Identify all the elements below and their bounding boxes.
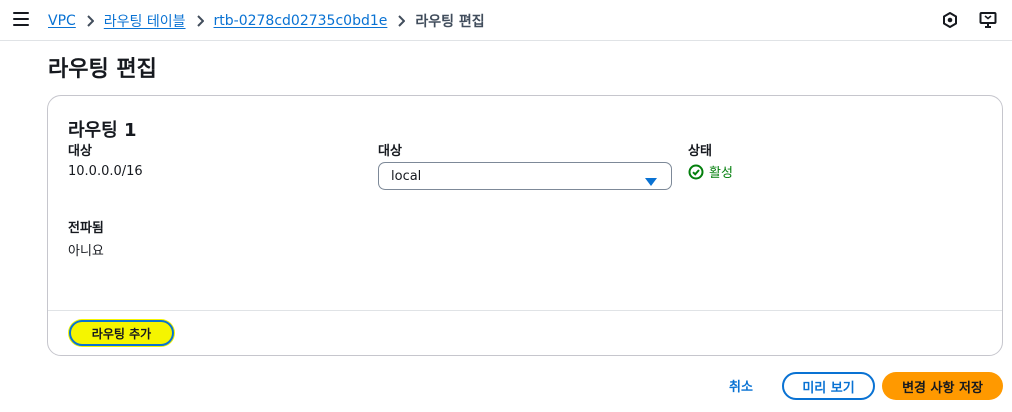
status-indicator: 활성 xyxy=(688,162,733,181)
route-title: 라우팅 1 xyxy=(68,120,137,141)
propagated-label: 전파됨 xyxy=(68,221,104,236)
destination-label: 대상 xyxy=(68,144,92,159)
destination-value: 10.0.0.0/16 xyxy=(68,164,143,179)
breadcrumb-current: 라우팅 편집 xyxy=(415,14,485,30)
chevron-right-icon xyxy=(76,15,104,27)
breadcrumb-route-table-id[interactable]: rtb-0278cd02735c0bd1e xyxy=(214,13,388,29)
propagated-value: 아니요 xyxy=(68,244,104,259)
chevron-right-icon xyxy=(387,15,415,27)
breadcrumb-vpc[interactable]: VPC xyxy=(48,13,76,29)
target-select[interactable]: local xyxy=(378,162,672,190)
target-select-value: local xyxy=(391,169,422,184)
breadcrumb-route-tables[interactable]: 라우팅 테이블 xyxy=(104,11,186,31)
save-changes-button[interactable]: 변경 사항 저장 xyxy=(882,372,1003,400)
cancel-button[interactable]: 취소 xyxy=(729,376,753,395)
page-title: 라우팅 편집 xyxy=(48,57,157,82)
top-navigation-bar: VPC 라우팅 테이블 rtb-0278cd02735c0bd1e 라우팅 편집 xyxy=(0,0,1012,41)
chevron-right-icon xyxy=(186,15,214,27)
status-value: 활성 xyxy=(709,166,733,181)
breadcrumb: VPC 라우팅 테이블 rtb-0278cd02735c0bd1e 라우팅 편집 xyxy=(48,11,485,31)
check-circle-icon xyxy=(688,164,704,180)
caret-down-icon xyxy=(645,172,657,191)
preview-button[interactable]: 미리 보기 xyxy=(782,372,875,400)
target-label: 대상 xyxy=(378,144,402,159)
route-card: 라우팅 1 대상 10.0.0.0/16 대상 local 상태 활성 전파됨 … xyxy=(47,95,1003,356)
add-route-button[interactable]: 라우팅 추가 xyxy=(69,320,174,346)
card-divider xyxy=(48,310,1002,311)
feedback-screen-icon[interactable] xyxy=(979,11,997,29)
hamburger-menu-icon[interactable] xyxy=(13,12,29,26)
settings-hex-icon[interactable] xyxy=(941,11,959,29)
status-label: 상태 xyxy=(688,144,712,159)
